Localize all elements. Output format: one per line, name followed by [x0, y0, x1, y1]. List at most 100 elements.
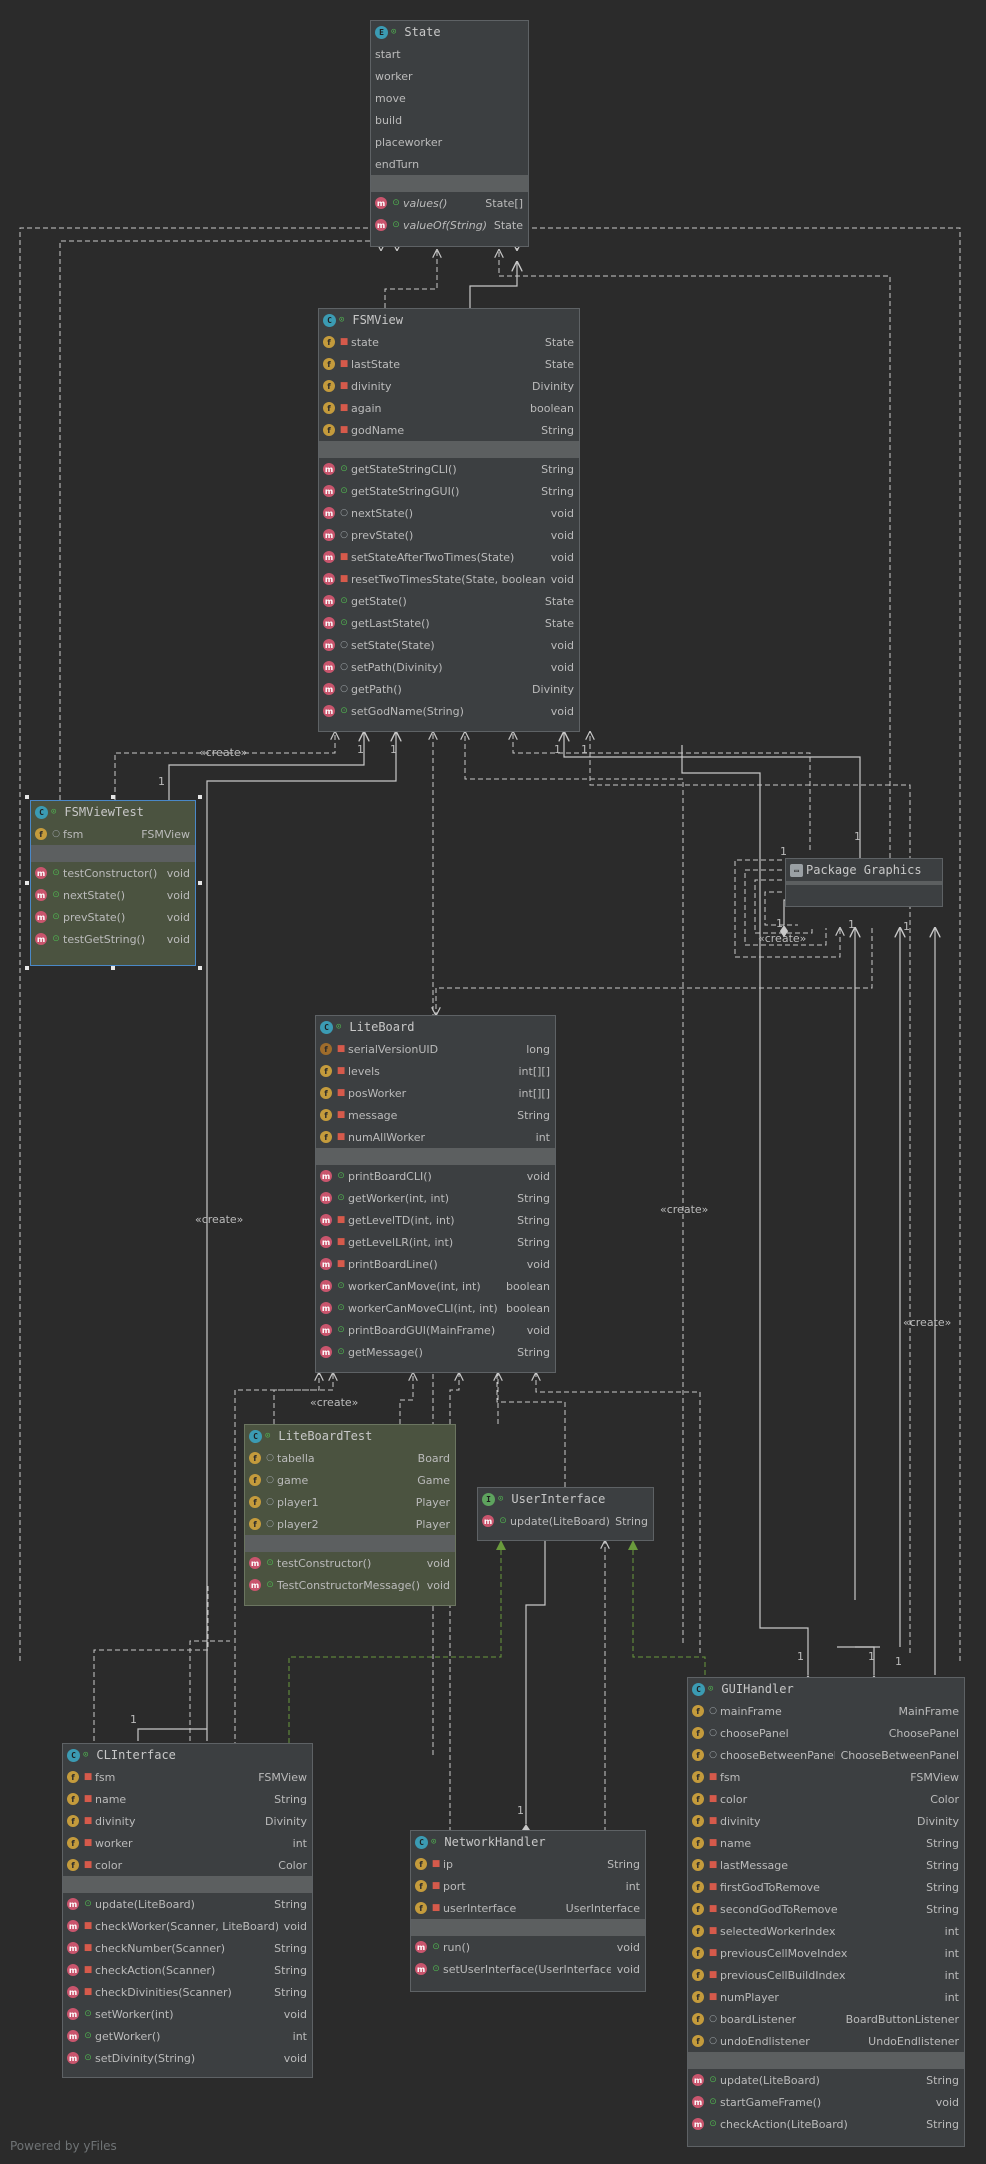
method-row[interactable]: m ⊙ TestConstructorMessage() void	[245, 1574, 455, 1596]
field-row[interactable]: f ■ message String	[316, 1104, 555, 1126]
field-row[interactable]: f ○ choosePanel ChoosePanel	[688, 1722, 964, 1744]
package-graphics[interactable]: ▭ Package Graphics	[785, 858, 943, 907]
method-row[interactable]: m ⊙ workerCanMove(int, int) boolean	[316, 1275, 555, 1297]
method-row[interactable]: m ■ checkNumber(Scanner) String	[63, 1937, 312, 1959]
method-row[interactable]: m ■ checkDivinities(Scanner) String	[63, 1981, 312, 2003]
method-row[interactable]: m ■ getLevelTD(int, int) String	[316, 1209, 555, 1231]
field-row[interactable]: f ○ undoEndlistener UndoEndlistener	[688, 2030, 964, 2052]
field-row[interactable]: f ■ lastState State	[319, 353, 579, 375]
field-row[interactable]: f ■ numPlayer int	[688, 1986, 964, 2008]
field-row[interactable]: f ■ color Color	[63, 1854, 312, 1876]
class-header[interactable]: C ⊙ FSMView	[319, 309, 579, 331]
field-row[interactable]: placeworker	[371, 131, 528, 153]
field-row[interactable]: f ■ again boolean	[319, 397, 579, 419]
method-row[interactable]: m ⊙ valueOf(String) State	[371, 214, 528, 236]
selection-handle[interactable]	[25, 881, 29, 885]
class-header[interactable]: C ⊙ NetworkHandler	[411, 1831, 645, 1853]
field-row[interactable]: f ■ lastMessage String	[688, 1854, 964, 1876]
method-row[interactable]: m ⊙ getLastState() State	[319, 612, 579, 634]
field-row[interactable]: f ■ previousCellBuildIndex int	[688, 1964, 964, 1986]
class-guihandler[interactable]: C ⊙ GUIHandler f ○ mainFrame MainFrame f ○ choose…	[687, 1677, 965, 2147]
selection-handle[interactable]	[111, 795, 115, 799]
class-clinterface[interactable]: C ⊙ CLInterface f ■ fsm FSMView f ■ name String f ■ d…	[62, 1743, 313, 2078]
class-header[interactable]: C ⊙ CLInterface	[63, 1744, 312, 1766]
method-row[interactable]: m ⊙ nextState() void	[31, 884, 195, 906]
method-row[interactable]: m ■ getLevelLR(int, int) String	[316, 1231, 555, 1253]
selection-handle[interactable]	[25, 795, 29, 799]
method-row[interactable]: m ⊙ run() void	[411, 1936, 645, 1958]
field-row[interactable]: worker	[371, 65, 528, 87]
method-row[interactable]: m ⊙ setWorker(int) void	[63, 2003, 312, 2025]
class-header[interactable]: E ⊙ State	[371, 21, 528, 43]
method-row[interactable]: m ⊙ workerCanMoveCLI(int, int) boolean	[316, 1297, 555, 1319]
method-row[interactable]: m ⊙ testGetString() void	[31, 928, 195, 950]
interface-userinterface[interactable]: I ⊙ UserInterface m ⊙ update(LiteBoard) String	[477, 1487, 654, 1541]
method-row[interactable]: m ⊙ getMessage() String	[316, 1341, 555, 1363]
field-row[interactable]: f ■ fsm FSMView	[63, 1766, 312, 1788]
class-liteboard[interactable]: C ⊙ LiteBoard f ■ serialVersionUID long f ■ level…	[315, 1015, 556, 1373]
field-row[interactable]: f ○ game Game	[245, 1469, 455, 1491]
method-row[interactable]: m ⊙ getStateStringGUI() String	[319, 480, 579, 502]
method-row[interactable]: m ⊙ getStateStringCLI() String	[319, 458, 579, 480]
field-row[interactable]: endTurn	[371, 153, 528, 175]
field-row[interactable]: f ■ name String	[688, 1832, 964, 1854]
method-row[interactable]: m ⊙ testConstructor() void	[31, 862, 195, 884]
method-row[interactable]: m ○ setState(State) void	[319, 634, 579, 656]
class-header[interactable]: C ⊙ GUIHandler	[688, 1678, 964, 1700]
method-row[interactable]: m ⊙ prevState() void	[31, 906, 195, 928]
class-state[interactable]: E ⊙ State start worker move build placeworker en…	[370, 20, 529, 247]
field-row[interactable]: f ■ state State	[319, 331, 579, 353]
method-row[interactable]: m ⊙ testConstructor() void	[245, 1552, 455, 1574]
method-row[interactable]: m ■ printBoardLine() void	[316, 1253, 555, 1275]
field-row[interactable]: f ■ secondGodToRemove String	[688, 1898, 964, 1920]
field-row[interactable]: f ■ divinity Divinity	[63, 1810, 312, 1832]
method-row[interactable]: m ○ nextState() void	[319, 502, 579, 524]
method-row[interactable]: m ⊙ printBoardCLI() void	[316, 1165, 555, 1187]
method-row[interactable]: m ⊙ values() State[]	[371, 192, 528, 214]
class-header[interactable]: I ⊙ UserInterface	[478, 1488, 653, 1510]
field-row[interactable]: build	[371, 109, 528, 131]
field-row[interactable]: f ■ ip String	[411, 1853, 645, 1875]
selection-handle[interactable]	[198, 881, 202, 885]
field-row[interactable]: f ■ divinity Divinity	[688, 1810, 964, 1832]
field-row[interactable]: f ■ previousCellMoveIndex int	[688, 1942, 964, 1964]
class-header[interactable]: C ⊙ LiteBoard	[316, 1016, 555, 1038]
field-row[interactable]: f ○ mainFrame MainFrame	[688, 1700, 964, 1722]
class-liteboardtest[interactable]: C ⊙ LiteBoardTest f ○ tabella Board f ○ game Game f…	[244, 1424, 456, 1606]
method-row[interactable]: m ⊙ setGodName(String) void	[319, 700, 579, 722]
class-fsmviewtest[interactable]: C ⊙ FSMViewTest f ○ fsm FSMView m ⊙ testConstruct…	[30, 800, 196, 966]
field-row[interactable]: start	[371, 43, 528, 65]
method-row[interactable]: m ⊙ checkAction(LiteBoard) String	[688, 2113, 964, 2135]
class-header[interactable]: ▭ Package Graphics	[786, 859, 942, 881]
method-row[interactable]: m ■ setStateAfterTwoTimes(State) void	[319, 546, 579, 568]
field-row[interactable]: f ○ player2 Player	[245, 1513, 455, 1535]
method-row[interactable]: m ○ setPath(Divinity) void	[319, 656, 579, 678]
class-header[interactable]: C ⊙ LiteBoardTest	[245, 1425, 455, 1447]
field-row[interactable]: f ■ fsm FSMView	[688, 1766, 964, 1788]
field-row[interactable]: f ■ godName String	[319, 419, 579, 441]
selection-handle[interactable]	[111, 966, 115, 970]
field-row[interactable]: f ○ player1 Player	[245, 1491, 455, 1513]
class-fsmview[interactable]: C ⊙ FSMView f ■ state State f ■ lastState State f ■ d…	[318, 308, 580, 732]
selection-handle[interactable]	[198, 966, 202, 970]
method-row[interactable]: m ■ checkWorker(Scanner, LiteBoard) void	[63, 1915, 312, 1937]
method-row[interactable]: m ⊙ startGameFrame() void	[688, 2091, 964, 2113]
field-row[interactable]: f ■ selectedWorkerIndex int	[688, 1920, 964, 1942]
field-row[interactable]: f ■ worker int	[63, 1832, 312, 1854]
field-row[interactable]: f ■ numAllWorker int	[316, 1126, 555, 1148]
field-row[interactable]: f ○ tabella Board	[245, 1447, 455, 1469]
method-row[interactable]: m ⊙ printBoardGUI(MainFrame) void	[316, 1319, 555, 1341]
method-row[interactable]: m ■ checkAction(Scanner) String	[63, 1959, 312, 1981]
field-row[interactable]: f ■ firstGodToRemove String	[688, 1876, 964, 1898]
method-row[interactable]: m ■ resetTwoTimesState(State, boolean) void	[319, 568, 579, 590]
field-row[interactable]: f ○ boardListener BoardButtonListener	[688, 2008, 964, 2030]
field-row[interactable]: f ■ color Color	[688, 1788, 964, 1810]
selection-handle[interactable]	[198, 795, 202, 799]
method-row[interactable]: m ○ getPath() Divinity	[319, 678, 579, 700]
method-row[interactable]: m ⊙ getWorker(int, int) String	[316, 1187, 555, 1209]
selection-handle[interactable]	[25, 966, 29, 970]
method-row[interactable]: m ⊙ update(LiteBoard) String	[63, 1893, 312, 1915]
field-row[interactable]: f ■ userInterface UserInterface	[411, 1897, 645, 1919]
method-row[interactable]: m ⊙ update(LiteBoard) String	[688, 2069, 964, 2091]
method-row[interactable]: m ○ prevState() void	[319, 524, 579, 546]
